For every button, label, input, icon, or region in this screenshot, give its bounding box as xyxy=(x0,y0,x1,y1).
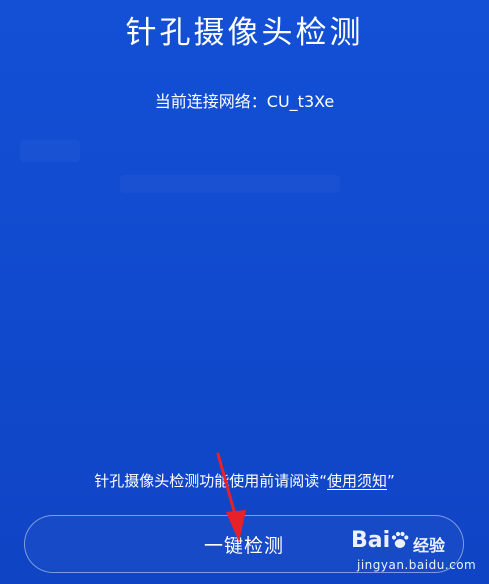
faint-background-block xyxy=(20,140,80,162)
usage-notice: 针孔摄像头检测功能使用前请阅读“使用须知” xyxy=(0,470,489,492)
current-network-label: 当前连接网络：CU_t3Xe xyxy=(154,92,335,111)
detection-screen: 针孔摄像头检测 当前连接网络：CU_t3Xe 针孔摄像头检测功能使用前请阅读“使… xyxy=(0,0,489,584)
baidu-logo-text: Bai xyxy=(351,528,391,553)
page-title: 针孔摄像头检测 xyxy=(125,15,364,51)
faint-background-block xyxy=(120,175,340,193)
usage-notice-quote-close: ” xyxy=(387,472,395,490)
baidu-jingyan-watermark: Bai 经验 jingyan.baidu.com xyxy=(351,528,481,578)
watermark-url: jingyan.baidu.com xyxy=(357,558,477,572)
paw-icon xyxy=(392,531,409,548)
jingyan-tag: 经验 xyxy=(413,536,446,555)
usage-notice-text: 针孔摄像头检测功能使用前请阅读“ xyxy=(94,472,327,490)
usage-instructions-link[interactable]: 使用须知 xyxy=(327,472,387,490)
baidu-logo: Bai xyxy=(351,528,410,553)
